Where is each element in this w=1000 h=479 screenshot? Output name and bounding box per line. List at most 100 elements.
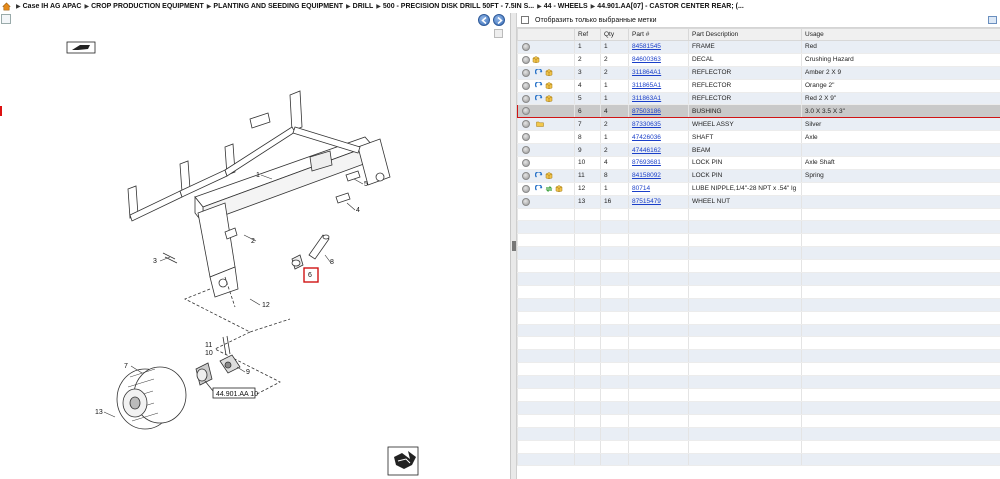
- fit-view-icon[interactable]: [1, 14, 11, 24]
- header-qty[interactable]: Qty: [600, 28, 629, 41]
- breadcrumb-item[interactable]: PLANTING AND SEEDING EQUIPMENT: [213, 3, 343, 10]
- next-page-button[interactable]: [493, 14, 505, 26]
- row-icons: [517, 143, 575, 158]
- row-part-number: 84158092: [628, 169, 689, 183]
- row-ref: 7: [574, 117, 601, 132]
- part-number-link[interactable]: 311865A1: [632, 82, 661, 89]
- breadcrumb-item[interactable]: DRILL: [353, 3, 374, 10]
- status-dot-icon[interactable]: [522, 171, 530, 180]
- part-number-link[interactable]: 80714: [632, 185, 650, 192]
- row-ref: 6: [574, 104, 601, 119]
- refresh-icon[interactable]: [535, 171, 543, 180]
- callout-12[interactable]: 12: [262, 302, 270, 309]
- callout-13[interactable]: 13: [95, 409, 103, 416]
- parts-table: Ref Qty Part # Part Description Usage 11…: [517, 28, 1000, 467]
- previous-page-button[interactable]: [478, 14, 490, 26]
- part-number-link[interactable]: 47446162: [632, 147, 661, 154]
- row-icons: [517, 156, 575, 170]
- part-number-link[interactable]: 84581545: [632, 43, 661, 50]
- row-part-number: 311863A1: [628, 92, 689, 106]
- row-description: BUSHING: [688, 104, 802, 119]
- header-part-description[interactable]: Part Description: [688, 28, 802, 41]
- part-number-link[interactable]: 87503186: [632, 108, 661, 115]
- table-row[interactable]: 9 2 47446162 BEAM: [517, 143, 1000, 158]
- part-number-link[interactable]: 87693681: [632, 159, 661, 166]
- row-qty: 2: [600, 143, 629, 158]
- next-drawing-icon[interactable]: [387, 446, 419, 476]
- home-icon[interactable]: [2, 2, 11, 11]
- callout-10[interactable]: 10: [205, 350, 213, 357]
- status-dot-icon[interactable]: [522, 94, 530, 103]
- show-selected-only-checkbox[interactable]: [521, 16, 529, 24]
- part-number-link[interactable]: 84600363: [632, 56, 661, 63]
- part-number-link[interactable]: 87330635: [632, 121, 661, 128]
- status-dot-icon[interactable]: [522, 158, 530, 167]
- table-row[interactable]: 5 1 311863A1 REFLECTOR Red 2 X 9": [517, 92, 1000, 106]
- callout-9[interactable]: 9: [246, 369, 250, 376]
- status-dot-icon[interactable]: [522, 55, 530, 64]
- header-ref[interactable]: Ref: [574, 28, 601, 41]
- table-row[interactable]: 10 4 87693681 LOCK PIN Axle Shaft: [517, 156, 1000, 170]
- breadcrumb-item[interactable]: 44 - WHEELS: [544, 3, 588, 10]
- splitter-grip[interactable]: [512, 241, 516, 251]
- row-qty: 1: [600, 130, 629, 145]
- table-row[interactable]: 13 16 87515479 WHEEL NUT: [517, 195, 1000, 209]
- package-icon[interactable]: [555, 185, 563, 193]
- table-row[interactable]: 12 1 80714 LUBE NIPPLE,1/4"-28 NPT x .54" l…: [517, 182, 1000, 196]
- folder-icon[interactable]: [536, 121, 544, 128]
- refresh-icon[interactable]: [535, 81, 543, 90]
- export-icon[interactable]: [988, 16, 997, 24]
- part-number-link[interactable]: 311863A1: [632, 95, 661, 102]
- callout-5[interactable]: 5: [364, 181, 368, 188]
- refresh-icon[interactable]: [535, 68, 543, 77]
- refresh-icon[interactable]: [535, 184, 543, 193]
- status-dot-icon[interactable]: [522, 68, 530, 77]
- collapse-pane-button[interactable]: [494, 29, 503, 38]
- breadcrumb-item[interactable]: Case IH AG APAC: [23, 3, 82, 10]
- part-number-link[interactable]: 84158092: [632, 172, 661, 179]
- table-row[interactable]: 8 1 47426036 SHAFT Axle: [517, 130, 1000, 145]
- table-row[interactable]: 4 1 311865A1 REFLECTOR Orange 2": [517, 79, 1000, 93]
- header-part-number[interactable]: Part #: [628, 28, 689, 41]
- callout-1[interactable]: 1: [256, 172, 260, 179]
- header-usage[interactable]: Usage: [801, 28, 1000, 41]
- table-row[interactable]: 3 2 311864A1 REFLECTOR Amber 2 X 9: [517, 66, 1000, 80]
- status-dot-icon[interactable]: [522, 81, 530, 90]
- refresh-icon[interactable]: [535, 94, 543, 103]
- row-qty: 1: [600, 79, 629, 93]
- status-dot-icon[interactable]: [522, 184, 530, 193]
- row-usage: [801, 143, 1000, 158]
- package-icon[interactable]: [532, 56, 540, 64]
- empty-row: [517, 414, 1000, 428]
- table-row[interactable]: 2 2 84600363 DECAL Crushing Hazard: [517, 53, 1000, 67]
- package-icon[interactable]: [545, 82, 553, 90]
- callout-4[interactable]: 4: [356, 207, 360, 214]
- empty-row: [517, 324, 1000, 338]
- breadcrumb-item[interactable]: 44.901.AA[07] - CASTOR CENTER REAR; (...: [597, 3, 744, 10]
- row-description: REFLECTOR: [688, 66, 802, 80]
- callout-6[interactable]: 6: [308, 272, 312, 279]
- part-number-link[interactable]: 47426036: [632, 134, 661, 141]
- callout-11[interactable]: 11: [205, 342, 212, 349]
- table-row-selected[interactable]: 6 4 87503186 BUSHING 3.0 X 3.5 X 3": [517, 104, 1000, 119]
- status-dot-icon[interactable]: [522, 133, 530, 142]
- part-number-link[interactable]: 311864A1: [632, 69, 661, 76]
- swap-arrows-icon[interactable]: [545, 185, 553, 193]
- package-icon[interactable]: [545, 95, 553, 102]
- callout-3[interactable]: 3: [153, 258, 157, 265]
- table-row[interactable]: 7 2 87330635 WHEEL ASSY Silver: [517, 117, 1000, 132]
- callout-7[interactable]: 7: [124, 363, 128, 370]
- status-dot-icon[interactable]: [522, 146, 530, 155]
- row-usage: Spring: [801, 169, 1000, 183]
- table-row[interactable]: 1 1 84581545 FRAME Red: [517, 40, 1000, 54]
- status-dot-icon[interactable]: [522, 120, 530, 129]
- package-icon[interactable]: [545, 69, 553, 77]
- breadcrumb-item[interactable]: CROP PRODUCTION EQUIPMENT: [91, 3, 204, 10]
- status-dot-icon[interactable]: [522, 107, 530, 116]
- table-row[interactable]: 11 8 84158092 LOCK PIN Spring: [517, 169, 1000, 183]
- breadcrumb-item[interactable]: 500 - PRECISION DISK DRILL 50FT - 7.5IN …: [383, 3, 534, 10]
- part-number-link[interactable]: 87515479: [632, 198, 661, 205]
- status-dot-icon[interactable]: [522, 42, 530, 51]
- status-dot-icon[interactable]: [522, 197, 530, 206]
- package-icon[interactable]: [545, 172, 553, 180]
